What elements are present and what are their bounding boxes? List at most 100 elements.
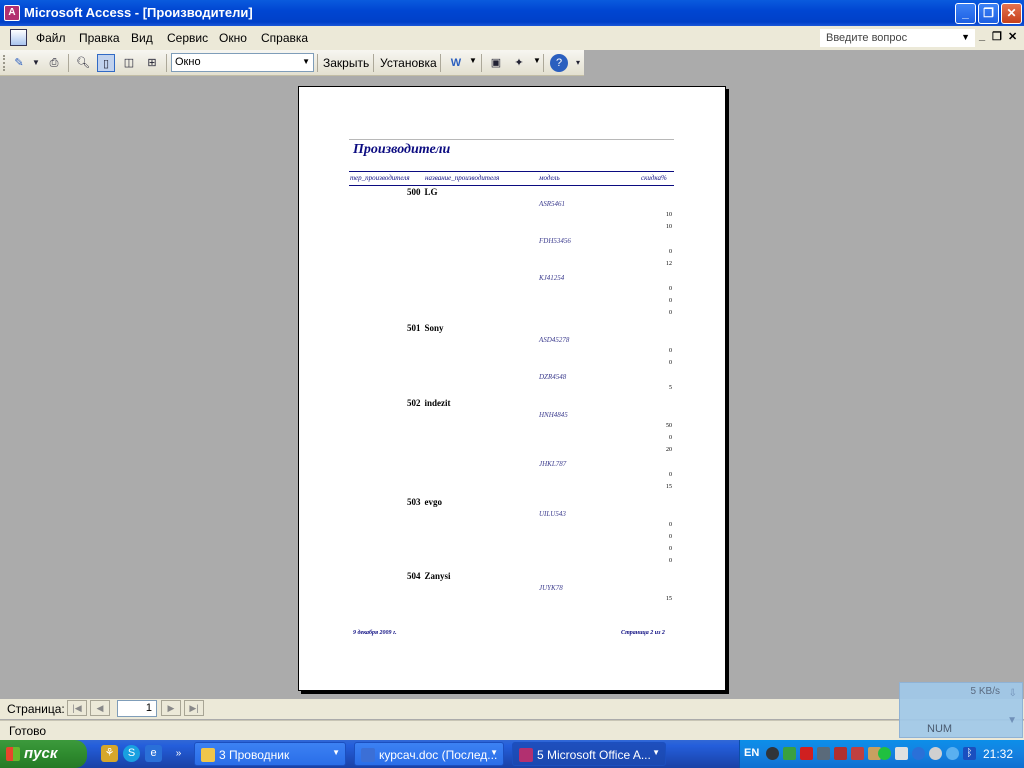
- view-dropdown-icon[interactable]: ▼: [32, 54, 40, 72]
- help-icon[interactable]: ?: [550, 54, 568, 72]
- manufacturer-row: 500 LG: [407, 187, 438, 197]
- quicklaunch-skype-icon[interactable]: S: [123, 745, 140, 762]
- zoom-magnifier-icon[interactable]: 🔍︎: [74, 54, 92, 72]
- tray-antivirus-icon[interactable]: [800, 747, 813, 760]
- quicklaunch-ie-icon[interactable]: e: [145, 745, 162, 762]
- tray-bluetooth-icon[interactable]: ᛒ: [963, 747, 976, 760]
- windows-logo-icon: [6, 747, 20, 761]
- manufacturer-row: 501 Sony: [407, 323, 444, 333]
- page-number-input[interactable]: 1: [117, 700, 157, 717]
- discount-value: 5: [669, 385, 672, 391]
- report-page[interactable]: Производители тер_производителя название…: [298, 86, 726, 691]
- manufacturer-id: 503: [407, 497, 421, 507]
- tray-status-icon[interactable]: [878, 747, 891, 760]
- discount-value: 0: [669, 360, 672, 366]
- task-group-arrow-icon[interactable]: ▼: [490, 748, 498, 757]
- discount-value: 10: [666, 212, 672, 218]
- access-app-icon[interactable]: A: [4, 5, 20, 21]
- discount-value: 20: [666, 447, 672, 453]
- tray-app-icon[interactable]: [834, 747, 847, 760]
- chevron-down-icon[interactable]: ▼: [302, 57, 310, 66]
- task-app-icon: [201, 748, 215, 762]
- tray-connection-icon[interactable]: [946, 747, 959, 760]
- database-window-icon[interactable]: ▣: [487, 54, 505, 72]
- zoom-select[interactable]: Окно ▼: [171, 53, 314, 72]
- menu-item-2[interactable]: Вид: [131, 31, 153, 45]
- two-pages-icon[interactable]: ◫: [120, 54, 138, 72]
- discount-value: 0: [669, 435, 672, 441]
- window-title: Microsoft Access - [Производители]: [24, 5, 253, 20]
- previous-page-button[interactable]: ◀: [90, 700, 110, 716]
- view-design-icon[interactable]: ✎: [10, 54, 28, 72]
- restore-button[interactable]: ❐: [978, 3, 999, 24]
- print-icon[interactable]: ⎙: [45, 54, 63, 72]
- first-page-button[interactable]: |◀: [67, 700, 87, 716]
- discount-value: 0: [669, 348, 672, 354]
- help-question-box[interactable]: Введите вопрос ▼: [820, 29, 975, 47]
- screen: A Microsoft Access - [Производители] _ ❐…: [0, 0, 1024, 768]
- discount-value: 0: [669, 472, 672, 478]
- manufacturer-name: Sony: [424, 323, 444, 333]
- close-preview-button[interactable]: Закрыть: [323, 56, 369, 70]
- tray-back-icon[interactable]: [766, 747, 779, 760]
- tray-monitor-icon[interactable]: [817, 747, 830, 760]
- tray-security-icon[interactable]: [929, 747, 942, 760]
- new-object-icon[interactable]: ✦: [510, 54, 528, 72]
- menu-item-3[interactable]: Сервис: [167, 31, 208, 45]
- page-setup-button[interactable]: Установка: [380, 56, 437, 70]
- manufacturer-row: 504 Zanysi: [407, 571, 451, 581]
- office-links-dropdown-icon[interactable]: ▼: [469, 56, 477, 65]
- next-page-button[interactable]: ▶: [161, 700, 181, 716]
- taskbar-task-1[interactable]: курсач.doc (Послед... ▼: [354, 742, 504, 766]
- discount-value: 0: [669, 522, 672, 528]
- start-label: пуск: [24, 745, 58, 762]
- zoom-value: Окно: [175, 56, 201, 68]
- discount-value: 0: [669, 534, 672, 540]
- task-group-arrow-icon[interactable]: ▼: [332, 748, 340, 757]
- task-app-icon: [361, 748, 375, 762]
- mdi-close-button[interactable]: ✕: [1008, 30, 1017, 43]
- help-question-placeholder: Введите вопрос: [826, 32, 908, 44]
- report-footer-date: 9 декабря 2009 г.: [353, 630, 397, 636]
- scroll-down-icon[interactable]: ▼: [1007, 715, 1017, 726]
- menu-item-1[interactable]: Правка: [79, 31, 120, 45]
- taskbar-task-0[interactable]: 3 Проводник ▼: [194, 742, 346, 766]
- quicklaunch-explorer-icon[interactable]: ⚘: [101, 745, 118, 762]
- office-links-word-icon[interactable]: W: [447, 54, 465, 72]
- toolbar-options-icon[interactable]: ▾: [573, 54, 583, 72]
- chevron-down-icon[interactable]: ▼: [961, 32, 970, 42]
- manufacturer-name: indezit: [424, 398, 451, 408]
- tray-volume-icon[interactable]: [895, 747, 908, 760]
- minimize-button[interactable]: _: [955, 3, 976, 24]
- last-page-button[interactable]: ▶|: [184, 700, 204, 716]
- discount-value: 0: [669, 310, 672, 316]
- one-page-icon[interactable]: ▯: [97, 54, 115, 72]
- manufacturer-name: Zanysi: [424, 571, 451, 581]
- language-indicator[interactable]: EN: [744, 747, 759, 759]
- network-monitor-widget[interactable]: 5 KB/s ⇩ ▼ NUM: [899, 682, 1023, 738]
- close-button[interactable]: ✕: [1001, 3, 1022, 24]
- toolbar-grip[interactable]: [3, 55, 6, 71]
- menu-item-0[interactable]: Файл: [36, 31, 66, 45]
- menu-item-4[interactable]: Окно: [219, 31, 247, 45]
- column-header-name: название_производителя: [425, 174, 500, 182]
- task-group-arrow-icon[interactable]: ▼: [652, 748, 660, 757]
- model-row: UILU543: [539, 510, 566, 518]
- tray-app2-icon[interactable]: [851, 747, 864, 760]
- taskbar-task-2[interactable]: 5 Microsoft Office A... ▼: [512, 742, 666, 766]
- tray-network-icon[interactable]: [783, 747, 796, 760]
- mdi-minimize-button[interactable]: _: [979, 30, 985, 42]
- task-label: 5 Microsoft Office A...: [537, 748, 651, 762]
- report-window-icon[interactable]: [10, 29, 27, 46]
- model-row: HNH4845: [539, 411, 568, 419]
- report-footer-page: Страница 2 из 2: [621, 630, 665, 636]
- multiple-pages-icon[interactable]: ⊞: [143, 54, 161, 72]
- column-header-discount: скидка%: [641, 174, 667, 182]
- start-button[interactable]: пуск: [0, 740, 87, 768]
- tray-update-icon[interactable]: [912, 747, 925, 760]
- quicklaunch-more-icon[interactable]: »: [170, 745, 187, 762]
- new-object-dropdown-icon[interactable]: ▼: [533, 56, 541, 65]
- menu-item-5[interactable]: Справка: [261, 31, 308, 45]
- mdi-restore-button[interactable]: ❐: [992, 30, 1002, 43]
- clock: 21:32: [983, 747, 1014, 761]
